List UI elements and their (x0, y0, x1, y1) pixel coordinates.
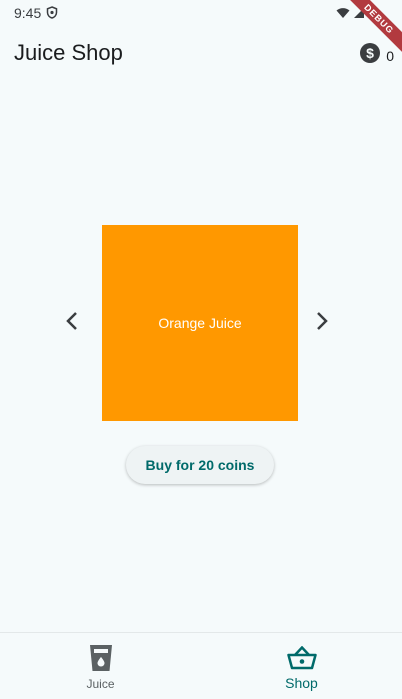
dollar-coin-icon: $ (359, 42, 381, 69)
page-title: Juice Shop (14, 40, 123, 65)
chevron-right-icon (315, 311, 329, 336)
juice-name: Orange Juice (158, 315, 242, 331)
chevron-left-icon (65, 311, 79, 336)
basket-icon (286, 643, 317, 673)
next-button[interactable] (308, 309, 336, 337)
cup-icon (89, 643, 113, 673)
status-time: 9:45 (14, 5, 42, 21)
svg-text:$: $ (366, 45, 374, 61)
buy-button[interactable]: Buy for 20 coins (126, 446, 274, 484)
nav-item-shop[interactable]: Shop (201, 633, 402, 699)
nav-label-shop: Shop (285, 675, 318, 691)
coin-balance: $ 0 (359, 42, 394, 69)
nav-item-juice[interactable]: Juice (0, 633, 201, 699)
bottom-navigation: Juice Shop (0, 632, 402, 699)
coin-count: 0 (386, 47, 394, 64)
app-bar: Juice Shop $ 0 (0, 30, 402, 76)
juice-card: Orange Juice (102, 225, 298, 421)
shield-icon (46, 6, 58, 24)
previous-button[interactable] (58, 309, 86, 337)
juice-carousel: Orange Juice (0, 225, 402, 421)
nav-label-juice: Juice (86, 677, 115, 691)
